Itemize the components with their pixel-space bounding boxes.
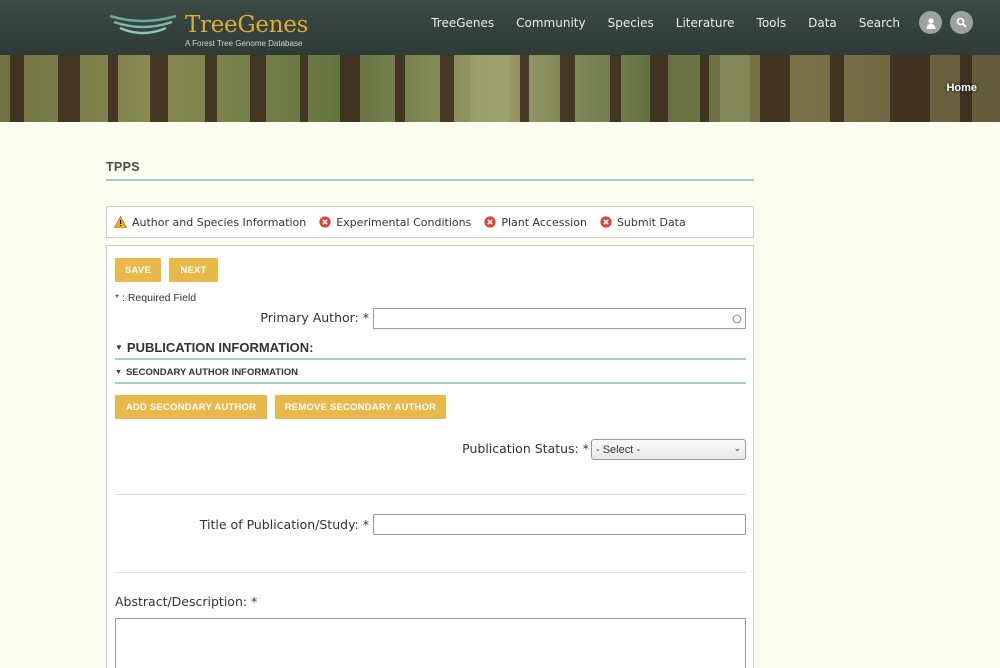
save-button[interactable]: Save [115, 258, 161, 282]
main-nav: TreeGenes Community Species Literature T… [409, 16, 900, 30]
add-secondary-author-button[interactable]: Add Secondary Author [115, 395, 267, 419]
step-label: Author and Species Information [132, 215, 307, 229]
publication-status-label: Publication Status: * [462, 441, 589, 456]
step-label: Plant Accession [501, 215, 587, 229]
nav-community[interactable]: Community [516, 16, 585, 30]
abstract-label: Abstract/Description: * [115, 594, 258, 609]
step-plant-accession[interactable]: Plant Accession [484, 216, 587, 229]
publication-info-toggle[interactable]: ▼ Publication Information: [115, 340, 313, 355]
page-title: TPPS [106, 160, 140, 174]
nav-species[interactable]: Species [608, 16, 654, 30]
step-label: Experimental Conditions [336, 215, 472, 229]
warning-icon [114, 216, 127, 228]
divider [115, 572, 746, 573]
step-submit-data[interactable]: Submit Data [600, 216, 686, 229]
title-divider [106, 179, 754, 181]
abstract-textarea[interactable] [115, 618, 746, 668]
remove-secondary-author-button[interactable]: Remove Secondary Author [275, 395, 446, 419]
selected-value: - Select - [596, 443, 641, 456]
nav-search[interactable]: Search [859, 16, 900, 30]
progress-steps: Author and Species Information Experimen… [106, 206, 754, 238]
logo-title: TreeGenes [185, 12, 309, 38]
forest-trees-image [0, 55, 1000, 122]
step-experimental-conditions[interactable]: Experimental Conditions [319, 216, 471, 229]
step-author-species[interactable]: Author and Species Information [114, 216, 306, 229]
next-button[interactable]: Next [169, 258, 218, 282]
publication-title-input[interactable] [373, 514, 746, 535]
error-icon [319, 216, 331, 228]
secondary-section-rule [115, 382, 746, 384]
user-account-button[interactable] [919, 11, 942, 34]
autocomplete-icon [732, 314, 742, 324]
error-icon [484, 216, 496, 228]
author-species-form: Save Next * : Required Field Primary Aut… [106, 245, 754, 668]
step-label: Submit Data [616, 215, 686, 229]
nav-literature[interactable]: Literature [676, 16, 735, 30]
primary-author-input[interactable] [373, 308, 746, 329]
user-icon [926, 17, 935, 29]
section-title: Publication Information: [126, 340, 314, 355]
search-button[interactable] [950, 11, 973, 34]
nav-data[interactable]: Data [808, 16, 837, 30]
divider [115, 494, 746, 495]
section-title: Secondary Author Information [125, 367, 298, 378]
publication-status-select[interactable]: - Select - ⌄ [591, 439, 746, 460]
breadcrumb-home[interactable]: Home [946, 82, 977, 94]
nav-treegenes[interactable]: TreeGenes [431, 16, 494, 30]
site-logo[interactable]: TreeGenes A Forest Tree Genome Database [108, 6, 308, 50]
publication-section-rule [115, 358, 746, 360]
forest-banner: Home [0, 55, 1000, 122]
caret-down-icon: ▼ [115, 369, 122, 376]
top-nav-bar: TreeGenes A Forest Tree Genome Database … [0, 0, 1000, 55]
primary-author-label: Primary Author: * [260, 310, 369, 325]
required-field-note: * : Required Field [115, 292, 197, 304]
nav-tools[interactable]: Tools [757, 16, 787, 30]
logo-subtitle: A Forest Tree Genome Database [185, 39, 303, 48]
search-icon [956, 17, 967, 28]
chevron-down-icon: ⌄ [733, 443, 741, 453]
caret-down-icon: ▼ [115, 343, 123, 352]
publication-title-label: Title of Publication/Study: * [199, 517, 369, 532]
secondary-author-toggle[interactable]: ▼ Secondary Author Information [115, 367, 298, 378]
logo-waves-icon [109, 14, 177, 35]
error-icon [600, 216, 612, 228]
